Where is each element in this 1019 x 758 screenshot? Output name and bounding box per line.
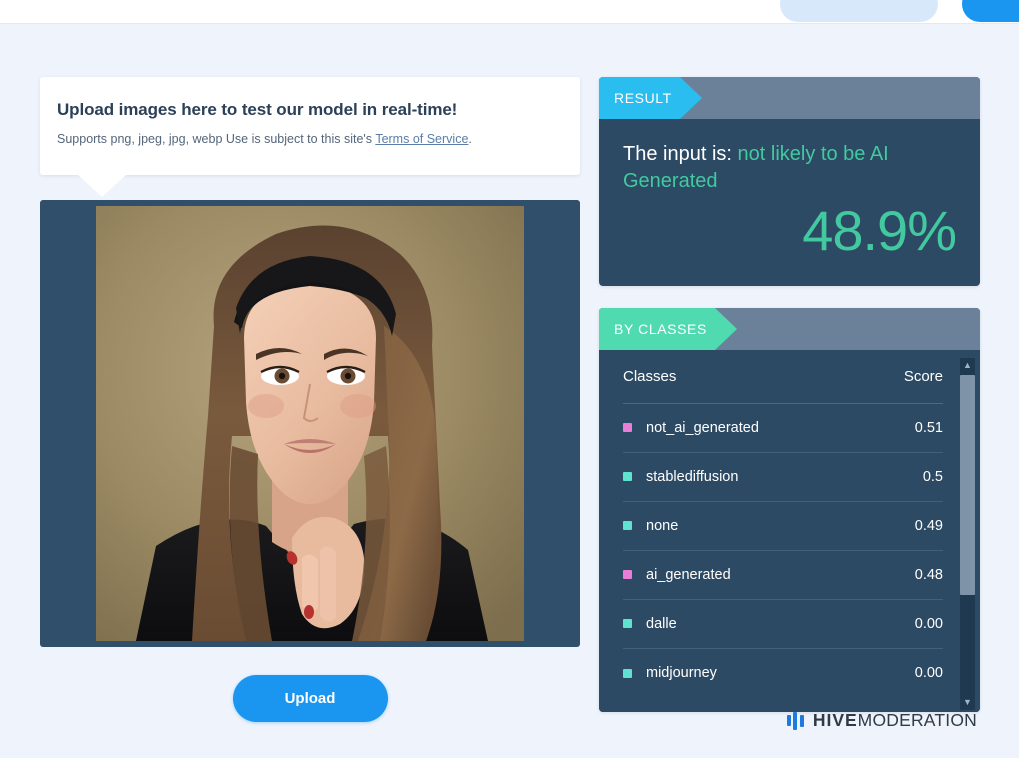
scroll-down-arrow-icon[interactable]: ▼: [960, 695, 975, 710]
class-score: 0.48: [914, 566, 943, 583]
class-color-swatch-icon: [623, 472, 632, 482]
class-score: 0.49: [914, 517, 943, 534]
class-color-swatch-icon: [623, 521, 632, 531]
table-row[interactable]: ai_generated 0.48: [623, 551, 943, 600]
uploaded-image-preview: [96, 205, 524, 641]
scrollbar-thumb[interactable]: [960, 374, 975, 595]
hive-brand-light: MODERATION: [857, 710, 977, 730]
class-score: 0.00: [914, 615, 943, 632]
upload-card-subtitle: Supports png, jpeg, jpg, webp Use is sub…: [57, 131, 563, 149]
table-row[interactable]: midjourney 0.00: [623, 649, 943, 698]
result-panel-body: The input is: not likely to be AI Genera…: [599, 119, 980, 286]
image-preview-panel: [40, 199, 580, 647]
table-row[interactable]: not_ai_generated 0.51: [623, 404, 943, 453]
topbar-secondary-button[interactable]: [780, 0, 938, 22]
hive-logo-text: HIVEMODERATION: [813, 710, 977, 731]
upload-button[interactable]: Upload: [232, 674, 388, 722]
by-classes-panel-header: BY CLASSES: [599, 307, 980, 350]
top-bar: [0, 0, 1019, 24]
class-score: 0.51: [914, 419, 943, 436]
column-header-score: Score: [903, 367, 943, 385]
table-row[interactable]: dalle 0.00: [623, 600, 943, 649]
hive-moderation-logo: HIVEMODERATION: [786, 710, 977, 731]
class-name: not_ai_generated: [646, 419, 759, 436]
result-panel-header: RESULT: [599, 77, 980, 119]
class-color-swatch-icon: [623, 570, 632, 580]
hive-bars-icon: [786, 711, 804, 730]
by-classes-table: Classes Score not_ai_generated 0.51 stab…: [599, 350, 980, 698]
table-header-row: Classes Score: [623, 350, 943, 404]
table-row[interactable]: none 0.49: [623, 502, 943, 551]
class-score: 0.00: [914, 665, 943, 682]
upload-button-row: Upload: [40, 674, 580, 722]
class-color-swatch-icon: [623, 668, 632, 678]
hive-brand-bold: HIVE: [812, 710, 858, 730]
column-header-classes: Classes: [623, 367, 677, 385]
card-pointer-notch: [78, 174, 126, 197]
class-name: none: [646, 517, 679, 534]
upload-card-subtitle-prefix: Supports png, jpeg, jpg, webp Use is sub…: [57, 132, 376, 147]
class-name: ai_generated: [646, 566, 731, 583]
result-tag: RESULT: [599, 77, 702, 119]
table-row[interactable]: stablediffusion 0.5: [623, 453, 943, 502]
result-percentage: 48.9%: [802, 198, 957, 262]
class-name: stablediffusion: [646, 468, 739, 485]
upload-card-title: Upload images here to test our model in …: [57, 100, 458, 119]
topbar-primary-button[interactable]: [962, 0, 1019, 22]
scroll-up-arrow-icon[interactable]: ▲: [960, 358, 975, 373]
result-prefix: The input is:: [623, 143, 732, 165]
upload-instructions-card: Upload images here to test our model in …: [40, 77, 580, 197]
by-classes-scrollbar[interactable]: ▲ ▼: [960, 357, 975, 710]
class-name: dalle: [646, 615, 677, 632]
right-column: RESULT The input is: not likely to be AI…: [599, 77, 980, 712]
class-name: midjourney: [646, 665, 717, 682]
result-panel: RESULT The input is: not likely to be AI…: [599, 77, 980, 286]
page-root: Upload images here to test our model in …: [0, 0, 1019, 758]
class-color-swatch-icon: [623, 423, 632, 433]
by-classes-scroll-area[interactable]: Classes Score not_ai_generated 0.51 stab…: [599, 349, 980, 712]
class-score: 0.5: [922, 468, 943, 485]
result-statement: The input is: not likely to be AI Genera…: [623, 141, 956, 195]
upload-card-subtitle-suffix: .: [468, 132, 472, 147]
by-classes-panel: BY CLASSES Classes Score not_ai_generate…: [599, 307, 980, 712]
terms-of-service-link[interactable]: Terms of Service: [375, 132, 468, 146]
left-column: Upload images here to test our model in …: [40, 77, 580, 722]
by-classes-tag: BY CLASSES: [599, 307, 737, 350]
class-color-swatch-icon: [623, 619, 632, 629]
